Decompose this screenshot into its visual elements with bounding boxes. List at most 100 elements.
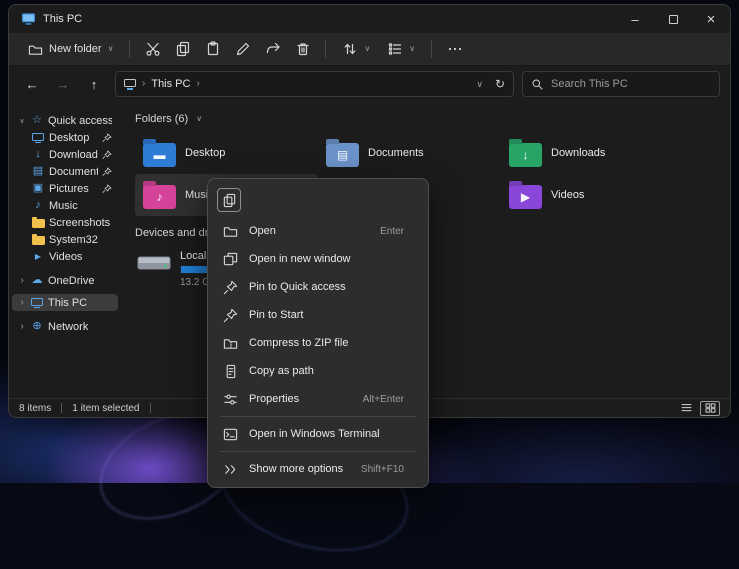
downloads-icon: ↓ <box>31 149 45 160</box>
view-toggles <box>676 401 720 416</box>
menu-item-open[interactable]: Open Enter <box>212 217 424 245</box>
documents-folder-icon: ▤ <box>326 143 359 167</box>
music-folder-icon: ♪ <box>143 185 176 209</box>
forward-button[interactable]: → <box>50 71 76 97</box>
sidebar-item-pictures[interactable]: ▣ Pictures <box>12 180 118 197</box>
sidebar-item-desktop[interactable]: Desktop <box>12 129 118 146</box>
menu-item-show-more-options[interactable]: Show more options Shift+F10 <box>212 455 424 483</box>
items-count: 8 items <box>19 403 51 414</box>
window-title: This PC <box>43 13 82 25</box>
chevron-down-icon: ∨ <box>108 45 114 53</box>
new-folder-button[interactable]: New folder ∨ <box>21 38 120 61</box>
this-pc-monitor-icon <box>30 298 44 308</box>
icons-view-button[interactable] <box>700 401 720 416</box>
window-controls: – × <box>616 5 730 33</box>
ellipsis-icon <box>447 41 463 57</box>
menu-item-copy-as-path[interactable]: Copy as path <box>212 357 424 385</box>
sidebar-item-videos[interactable]: ▶ Videos <box>12 248 118 265</box>
delete-icon <box>295 41 311 57</box>
paste-button[interactable] <box>199 37 226 61</box>
view-button[interactable]: ∨ <box>380 37 422 61</box>
hard-drive-icon <box>137 250 171 276</box>
chevron-right-icon[interactable]: › <box>18 321 26 332</box>
minimize-button[interactable]: – <box>616 5 654 33</box>
folder-icon <box>31 217 45 228</box>
title-bar: This PC – × <box>9 5 730 33</box>
sort-button[interactable]: ∨ <box>335 37 377 61</box>
menu-item-pin-to-start[interactable]: Pin to Start <box>212 301 424 329</box>
sidebar-item-music[interactable]: ♪ Music <box>12 197 118 214</box>
icons-view-icon <box>704 402 717 414</box>
videos-icon: ▶ <box>31 253 45 261</box>
chevron-down-icon: ∨ <box>364 45 370 53</box>
toolbar-divider <box>431 40 432 58</box>
menu-item-pin-to-quick-access[interactable]: Pin to Quick access <box>212 273 424 301</box>
cut-button[interactable] <box>139 37 166 61</box>
pin-icon <box>102 133 112 143</box>
folders-section-header[interactable]: Folders (6) ∨ <box>135 110 722 128</box>
menu-item-properties[interactable]: Properties Alt+Enter <box>212 385 424 413</box>
paste-icon <box>205 41 221 57</box>
delete-button[interactable] <box>289 37 316 61</box>
view-icon <box>387 41 403 57</box>
chevron-down-icon: ∨ <box>196 115 202 123</box>
cut-icon <box>145 41 161 57</box>
folder-tile-downloads[interactable]: ↓ Downloads <box>501 132 684 174</box>
menu-separator <box>220 451 416 452</box>
menu-item-compress-to-zip[interactable]: Compress to ZIP file <box>212 329 424 357</box>
close-button[interactable]: × <box>692 5 730 33</box>
folder-tile-documents[interactable]: ▤ Documents <box>318 132 501 174</box>
share-button[interactable] <box>259 37 286 61</box>
sidebar-item-downloads[interactable]: ↓ Downloads <box>12 146 118 163</box>
sidebar-item-onedrive[interactable]: › ☁ OneDrive <box>12 272 118 289</box>
toolbar-divider <box>129 40 130 58</box>
videos-folder-icon: ▶ <box>509 185 542 209</box>
status-divider <box>61 403 62 413</box>
folder-icon <box>31 234 45 245</box>
address-bar[interactable]: › This PC › ∨ ↻ <box>115 71 514 97</box>
folder-tile-videos[interactable]: ▶ Videos <box>501 174 684 216</box>
sidebar-item-network[interactable]: › ⊕ Network <box>12 318 118 335</box>
pin-icon <box>102 167 112 177</box>
chevron-right-icon[interactable]: › <box>18 297 26 308</box>
menu-item-open-in-windows-terminal[interactable]: Open in Windows Terminal <box>212 420 424 448</box>
up-button[interactable]: ↑ <box>81 71 107 97</box>
breadcrumb-this-pc[interactable]: This PC <box>151 78 190 90</box>
sidebar-item-system32[interactable]: System32 <box>12 231 118 248</box>
search-box[interactable] <box>522 71 720 97</box>
rename-button[interactable] <box>229 37 256 61</box>
back-button[interactable]: ← <box>19 71 45 97</box>
sidebar-item-quick-access[interactable]: ∨ ☆ Quick access <box>12 112 118 129</box>
address-dropdown-chevron-icon[interactable]: ∨ <box>476 80 483 89</box>
terminal-icon <box>222 427 238 442</box>
command-bar: New folder ∨ ∨ ∨ <box>9 33 730 66</box>
pictures-icon: ▣ <box>31 183 45 194</box>
quick-access-star-icon: ☆ <box>30 115 44 126</box>
show-more-icon <box>222 462 238 477</box>
refresh-button[interactable]: ↻ <box>495 77 505 91</box>
sidebar-item-documents[interactable]: ▤ Documents <box>12 163 118 180</box>
context-menu-quick-actions <box>212 183 424 217</box>
more-options-button[interactable] <box>441 37 468 61</box>
status-divider <box>150 403 151 413</box>
rename-icon <box>235 41 251 57</box>
downloads-folder-icon: ↓ <box>509 143 542 167</box>
chevron-down-icon: ∨ <box>409 45 415 53</box>
details-view-button[interactable] <box>676 401 696 416</box>
pin-icon <box>102 184 112 194</box>
quick-copy-button[interactable] <box>217 188 241 212</box>
this-pc-icon <box>124 79 136 87</box>
folder-tile-desktop[interactable]: ▬ Desktop <box>135 132 318 174</box>
sidebar-item-this-pc[interactable]: › This PC <box>12 294 118 311</box>
open-new-window-icon <box>222 252 238 267</box>
search-input[interactable] <box>551 78 711 90</box>
menu-item-open-in-new-window[interactable]: Open in new window <box>212 245 424 273</box>
folders-header-label: Folders (6) <box>135 113 188 125</box>
sidebar-item-screenshots[interactable]: Screenshots <box>12 214 118 231</box>
search-icon <box>531 78 544 91</box>
maximize-button[interactable] <box>654 5 692 33</box>
copy-button[interactable] <box>169 37 196 61</box>
chevron-down-icon[interactable]: ∨ <box>18 117 26 125</box>
context-menu: Open Enter Open in new window Pin to Qui… <box>207 178 429 488</box>
chevron-right-icon[interactable]: › <box>18 275 26 286</box>
